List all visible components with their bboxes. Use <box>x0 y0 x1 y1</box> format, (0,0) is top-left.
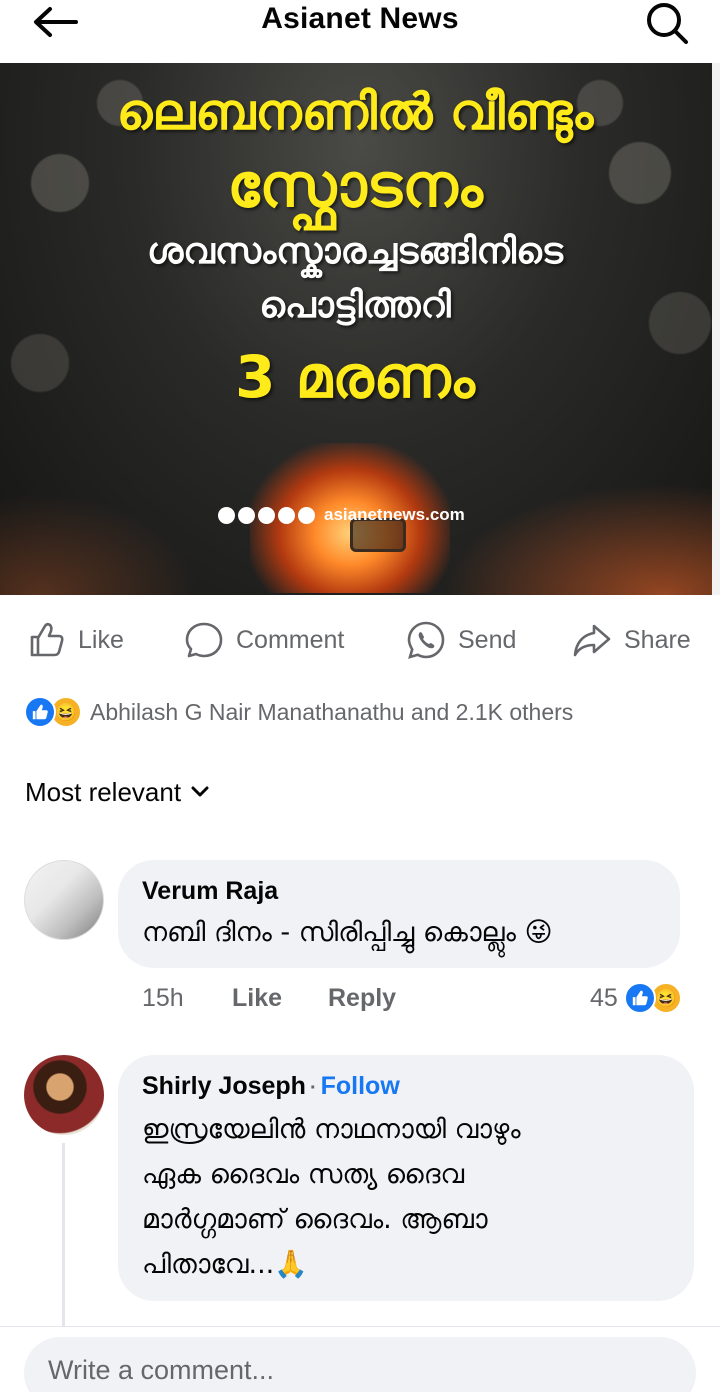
comment-meta: 15h Like Reply <box>142 978 396 1018</box>
comment-text-line: ഇസ്രയേലിൻ നാഥനായി വാഴും <box>142 1114 521 1145</box>
comment-composer[interactable] <box>24 1337 696 1392</box>
send-button[interactable]: Send <box>406 612 516 668</box>
comment-time: 15h <box>142 983 184 1012</box>
instagram-icon <box>238 506 255 524</box>
comment-author[interactable]: Shirly Joseph <box>142 1072 306 1100</box>
like-button[interactable]: Like <box>26 612 124 668</box>
reaction-count: 45 <box>590 983 618 1012</box>
share-label: Share <box>624 625 691 654</box>
send-label: Send <box>458 625 517 654</box>
share-arrow-icon <box>573 624 611 657</box>
chevron-down-icon <box>191 786 209 797</box>
comment-author[interactable]: Verum Raja <box>142 874 656 908</box>
headline-line-4: പൊട്ടിത്തറി <box>259 285 451 326</box>
x-icon <box>278 506 295 524</box>
comment-input[interactable] <box>48 1354 672 1386</box>
like-reaction-icon <box>24 696 56 728</box>
comment-author-row: Shirly Joseph · Follow <box>142 1072 400 1100</box>
post-image[interactable]: ലെബനണിൽ വീണ്ടും സ്ഫോടനം ശവസംസ്കാരച്ചടങ്ങ… <box>0 63 720 595</box>
comment-reaction-count[interactable]: 45 😆 <box>590 978 682 1018</box>
follow-button[interactable]: Follow <box>321 1072 400 1100</box>
watermark: asianetnews.com <box>218 503 465 527</box>
share-button[interactable]: Share <box>572 612 691 668</box>
youtube-icon <box>258 506 275 524</box>
comment-button[interactable]: Comment <box>184 612 344 668</box>
reactions-summary[interactable]: 😆 Abhilash G Nair Manathanathu and 2.1K … <box>24 694 573 730</box>
comment-reply-button[interactable]: Reply <box>328 984 396 1013</box>
comment-bubble: Shirly Joseph · Follow ഇസ്രയേലിൻ നാഥനായി വ… <box>118 1055 694 1301</box>
headline-line-1: ലെബനണിൽ വീണ്ടും <box>116 83 594 141</box>
watermark-text: asianetnews.com <box>324 505 465 524</box>
headline-line-5: 3 മരണം <box>235 343 475 411</box>
comment-text-line: പിതാവേ...🙏 <box>142 1249 308 1280</box>
comment-bubble: Verum Raja നബി ദിനം - സിരിപ്പിച്ചു കൊല്ല… <box>118 860 680 968</box>
whatsapp-icon <box>407 621 445 659</box>
top-bar: Asianet News <box>0 0 720 62</box>
avatar[interactable] <box>24 860 104 940</box>
comment-text-line: മാർഗ്ഗമാണ് ദൈവം. ആബാ <box>142 1204 488 1235</box>
like-reaction-icon <box>623 982 656 1014</box>
headline-line-2: സ്ഫോടനം <box>227 151 483 221</box>
thumbs-up-icon <box>30 622 64 657</box>
comment-like-button[interactable]: Like <box>232 984 328 1013</box>
headline-line-3: ശവസംസ്കാരച്ചടങ്ങിനിടെ <box>146 231 564 272</box>
facebook-icon <box>218 506 235 524</box>
search-icon[interactable] <box>642 0 692 44</box>
comment-text: നബി ദിനം - സിരിപ്പിച്ചു കൊല്ലും 😜 <box>142 917 553 948</box>
post-actions: Like Comment Send Share <box>0 612 720 672</box>
thread-line <box>62 1143 65 1328</box>
comment-bubble-icon <box>185 622 223 658</box>
reactors-text: Abhilash G Nair Manathanathu and 2.1K ot… <box>90 698 574 725</box>
page-title: Asianet News <box>261 2 459 35</box>
threads-icon <box>298 506 315 524</box>
comment-text: ഇസ്രയേലിൻ നാഥനായി വാഴും ഏക ദൈവം സത്യ ദൈവ… <box>142 1107 670 1287</box>
comment-sort-dropdown[interactable]: Most relevant <box>25 774 209 810</box>
like-label: Like <box>78 625 124 654</box>
comment-text-line: ഏക ദൈവം സത്യ ദൈവ <box>142 1159 465 1190</box>
sort-label: Most relevant <box>25 776 182 807</box>
comment-label: Comment <box>236 625 345 654</box>
avatar[interactable] <box>24 1055 104 1135</box>
